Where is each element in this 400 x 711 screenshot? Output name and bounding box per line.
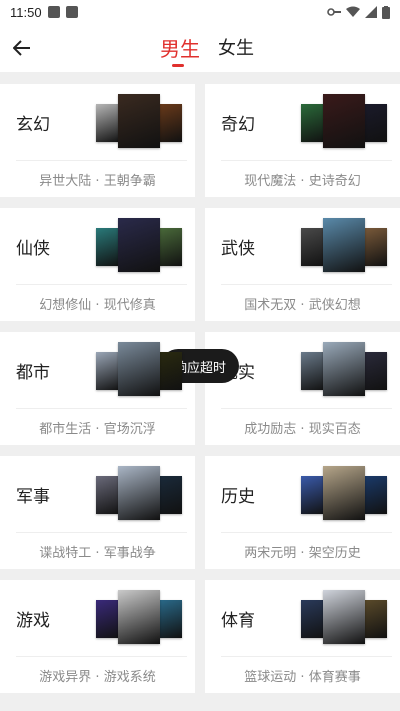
- book-cover-image: [96, 352, 120, 390]
- book-cover-image: [323, 466, 365, 520]
- category-subtitle: 都市生活 · 官场沉浮: [39, 422, 156, 437]
- card-divider: [221, 656, 392, 657]
- category-subtitle: 成功励志 · 现实百态: [244, 422, 361, 437]
- book-cover-image: [301, 228, 325, 266]
- card-divider: [16, 160, 187, 161]
- notification-icon-2: [65, 6, 78, 18]
- book-covers: [301, 218, 391, 274]
- category-subtitle: 篮球运动 · 体育赛事: [244, 670, 361, 685]
- book-cover-image: [323, 342, 365, 396]
- book-cover-image: [96, 600, 120, 638]
- book-cover-image: [323, 218, 365, 272]
- tab-male[interactable]: 男生: [160, 33, 200, 62]
- book-covers: [96, 590, 186, 646]
- book-cover-image: [301, 352, 325, 390]
- category-card[interactable]: 体育篮球运动 · 体育赛事: [205, 580, 400, 693]
- category-card[interactable]: 历史两宋元明 · 架空历史: [205, 456, 400, 569]
- book-cover-image: [158, 104, 182, 142]
- battery-icon: [382, 5, 390, 19]
- category-title: 游戏: [16, 611, 50, 631]
- category-card[interactable]: 现实 成功励志 · 现实百态: [205, 332, 400, 445]
- book-cover-image: [96, 104, 120, 142]
- category-title: 都市: [16, 363, 50, 383]
- book-covers: [96, 94, 186, 150]
- book-cover-image: [363, 600, 387, 638]
- back-button[interactable]: [10, 36, 34, 60]
- category-subtitle: 幻想修仙 · 现代修真: [39, 298, 156, 313]
- category-title: 玄幻: [16, 115, 50, 135]
- status-bar: 11:50: [0, 0, 400, 24]
- notification-icon: [47, 6, 60, 18]
- book-cover-image: [118, 218, 160, 272]
- category-subtitle: 现代魔法 · 史诗奇幻: [244, 174, 361, 189]
- category-title: 历史: [221, 487, 255, 507]
- book-covers: [301, 342, 391, 398]
- wifi-icon: [346, 6, 360, 17]
- category-subtitle: 异世大陆 · 王朝争霸: [39, 174, 156, 189]
- category-card[interactable]: 军事谍战特工 · 军事战争: [0, 456, 195, 569]
- book-cover-image: [158, 228, 182, 266]
- tab-female[interactable]: 女生: [218, 34, 254, 60]
- category-subtitle: 国术无双 · 武侠幻想: [244, 298, 361, 313]
- header: 男生 女生: [0, 24, 400, 72]
- book-covers: [96, 218, 186, 274]
- card-divider: [221, 532, 392, 533]
- category-title: 奇幻: [221, 115, 255, 135]
- book-covers: [301, 466, 391, 522]
- category-title: 仙侠: [16, 239, 50, 259]
- book-cover-image: [363, 352, 387, 390]
- book-cover-image: [158, 476, 182, 514]
- book-cover-image: [301, 104, 325, 142]
- card-divider: [221, 408, 392, 409]
- arrow-left-icon: [13, 40, 30, 56]
- category-title: 军事: [16, 487, 50, 507]
- book-cover-image: [158, 600, 182, 638]
- book-cover-image: [118, 466, 160, 520]
- card-divider: [221, 284, 392, 285]
- category-subtitle: 谍战特工 · 军事战争: [39, 546, 156, 561]
- card-divider: [16, 656, 187, 657]
- book-cover-image: [323, 590, 365, 644]
- book-cover-image: [301, 476, 325, 514]
- book-cover-image: [158, 352, 182, 390]
- category-title: 体育: [221, 611, 255, 631]
- category-title: 武侠: [221, 239, 255, 259]
- category-card[interactable]: 游戏游戏异界 · 游戏系统: [0, 580, 195, 693]
- card-divider: [221, 160, 392, 161]
- category-card[interactable]: 都市都市生活 · 官场沉浮: [0, 332, 195, 445]
- key-icon: [327, 8, 341, 16]
- card-divider: [16, 408, 187, 409]
- book-cover-image: [363, 228, 387, 266]
- category-card[interactable]: 武侠国术无双 · 武侠幻想: [205, 208, 400, 321]
- book-cover-image: [363, 476, 387, 514]
- card-divider: [16, 284, 187, 285]
- signal-icon: [365, 6, 377, 18]
- book-cover-image: [323, 94, 365, 148]
- book-covers: [96, 466, 186, 522]
- book-covers: [301, 94, 391, 150]
- book-cover-image: [96, 476, 120, 514]
- book-cover-image: [363, 104, 387, 142]
- book-cover-image: [118, 590, 160, 644]
- book-cover-image: [118, 94, 160, 148]
- category-card[interactable]: 玄幻异世大陆 · 王朝争霸: [0, 84, 195, 197]
- book-cover-image: [118, 342, 160, 396]
- book-cover-image: [301, 600, 325, 638]
- category-subtitle: 两宋元明 · 架空历史: [244, 546, 361, 561]
- book-covers: [301, 590, 391, 646]
- category-card[interactable]: 仙侠幻想修仙 · 现代修真: [0, 208, 195, 321]
- card-divider: [16, 532, 187, 533]
- category-subtitle: 游戏异界 · 游戏系统: [39, 670, 156, 685]
- category-card[interactable]: 奇幻现代魔法 · 史诗奇幻: [205, 84, 400, 197]
- status-time: 11:50: [10, 4, 42, 20]
- tab-indicator: [172, 64, 184, 67]
- book-cover-image: [96, 228, 120, 266]
